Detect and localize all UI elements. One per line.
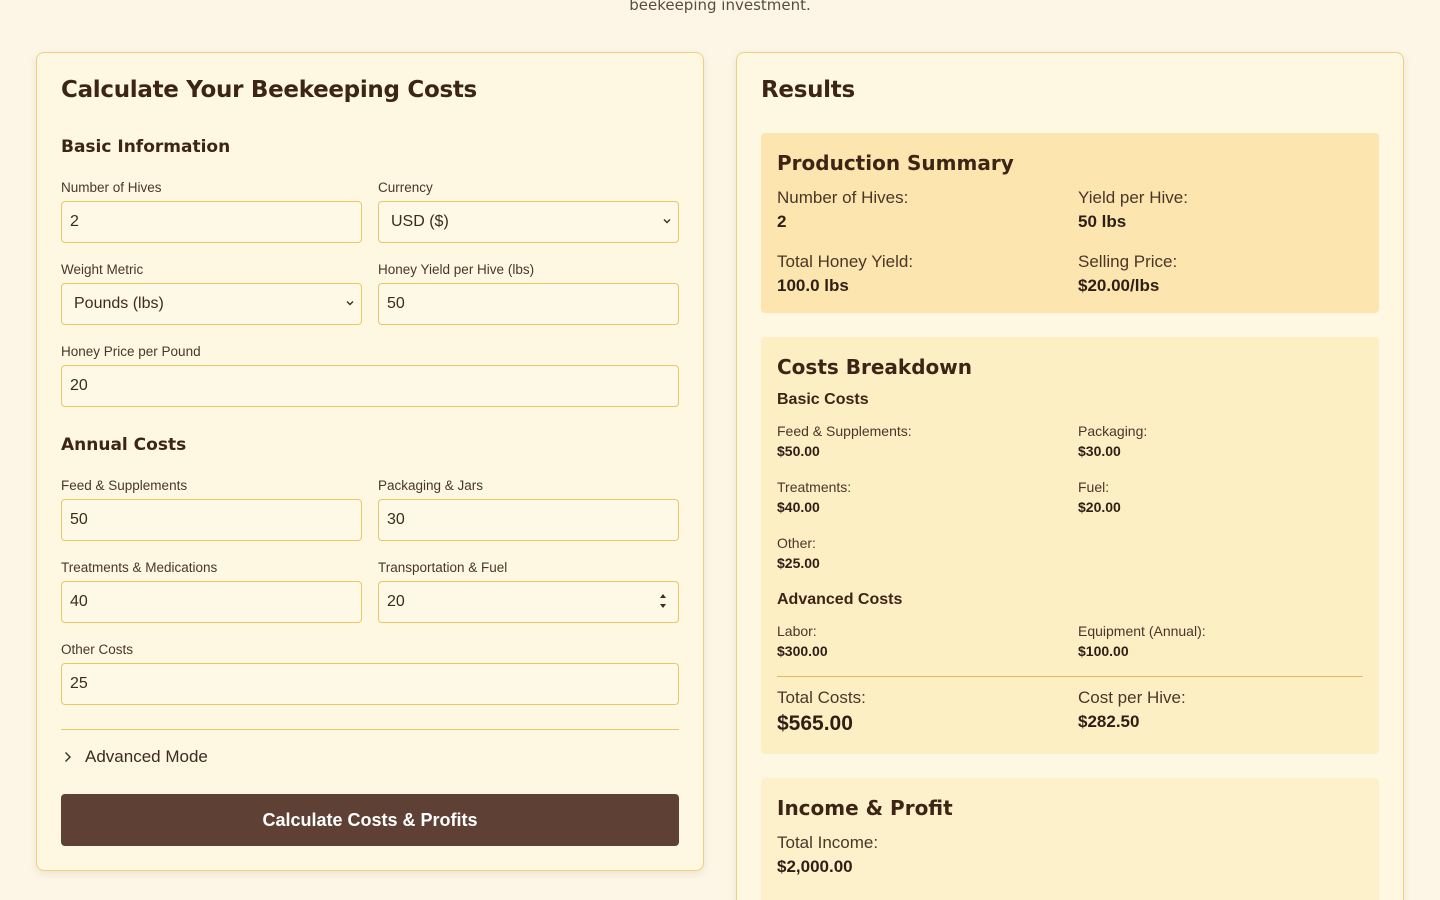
cost-fuel-value: $20.00 — [1078, 499, 1121, 515]
number-spinner-icon[interactable] — [658, 590, 668, 612]
income-profit-card: Income & Profit Total Income: $2,000.00 — [761, 778, 1379, 900]
other-costs-label: Other Costs — [61, 642, 134, 657]
chevron-right-icon — [65, 752, 71, 762]
costs-breakdown-title: Costs Breakdown — [777, 355, 972, 379]
results-panel: Results Production Summary Number of Hiv… — [736, 52, 1404, 900]
treatments-label: Treatments & Medications — [61, 560, 218, 575]
cost-packaging-value: $30.00 — [1078, 443, 1121, 459]
currency-label: Currency — [378, 180, 433, 195]
advanced-mode-label: Advanced Mode — [85, 747, 208, 766]
honey-price-input[interactable]: 20 — [61, 365, 679, 407]
summary-yield-label: Yield per Hive: — [1078, 188, 1188, 207]
honey-yield-label: Honey Yield per Hive (lbs) — [378, 262, 535, 277]
calculator-panel: Calculate Your Beekeeping Costs Basic In… — [36, 52, 704, 871]
total-costs-label: Total Costs: — [777, 688, 866, 707]
calculator-title: Calculate Your Beekeeping Costs — [61, 77, 477, 103]
costs-breakdown-card: Costs Breakdown Basic Costs Feed & Suppl… — [761, 337, 1379, 754]
total-income-value: $2,000.00 — [777, 857, 853, 876]
weight-metric-label: Weight Metric — [61, 262, 144, 277]
chevron-down-icon — [663, 219, 671, 224]
other-costs-input[interactable]: 25 — [61, 663, 679, 705]
currency-select[interactable]: USD ($) — [378, 201, 679, 243]
advanced-mode-toggle[interactable]: Advanced Mode — [61, 747, 208, 767]
feed-label: Feed & Supplements — [61, 478, 188, 493]
total-income-label: Total Income: — [777, 833, 879, 852]
basic-info-heading: Basic Information — [61, 137, 231, 157]
costs-divider — [777, 676, 1363, 677]
cost-treatments-value: $40.00 — [777, 499, 820, 515]
transport-value: 20 — [387, 593, 405, 610]
cost-equipment-label: Equipment (Annual): — [1078, 623, 1206, 639]
cost-equipment-value: $100.00 — [1078, 643, 1129, 659]
income-profit-title: Income & Profit — [777, 796, 953, 820]
feed-input[interactable]: 50 — [61, 499, 362, 541]
cost-per-hive-value: $282.50 — [1078, 712, 1140, 731]
intro-text: beekeeping investment. — [629, 0, 811, 14]
cost-per-hive-label: Cost per Hive: — [1078, 688, 1186, 707]
advanced-costs-heading: Advanced Costs — [777, 591, 903, 608]
basic-costs-heading: Basic Costs — [777, 391, 869, 408]
treatments-input[interactable]: 40 — [61, 581, 362, 623]
summary-hives-value: 2 — [777, 212, 787, 231]
honey-yield-input[interactable]: 50 — [378, 283, 679, 325]
summary-total-label: Total Honey Yield: — [777, 252, 914, 271]
summary-yield-value: 50 lbs — [1078, 212, 1127, 231]
weight-metric-value: Pounds (lbs) — [74, 295, 164, 312]
cost-labor-value: $300.00 — [777, 643, 828, 659]
cost-treatments-label: Treatments: — [777, 479, 852, 495]
calculate-button[interactable]: Calculate Costs & Profits — [61, 794, 679, 846]
cost-feed-value: $50.00 — [777, 443, 820, 459]
weight-metric-select[interactable]: Pounds (lbs) — [61, 283, 362, 325]
hives-input[interactable]: 2 — [61, 201, 362, 243]
summary-price-label: Selling Price: — [1078, 252, 1178, 271]
transport-label: Transportation & Fuel — [378, 560, 508, 575]
chevron-down-icon — [346, 301, 354, 306]
annual-costs-heading: Annual Costs — [61, 435, 187, 455]
summary-hives-label: Number of Hives: — [777, 188, 909, 207]
cost-labor-label: Labor: — [777, 623, 817, 639]
cost-packaging-label: Packaging: — [1078, 423, 1148, 439]
packaging-input[interactable]: 30 — [378, 499, 679, 541]
production-summary-title: Production Summary — [777, 151, 1014, 175]
hives-label: Number of Hives — [61, 180, 162, 195]
summary-total-value: 100.0 lbs — [777, 276, 849, 295]
summary-price-value: $20.00/lbs — [1078, 276, 1160, 295]
cost-other-value: $25.00 — [777, 555, 820, 571]
form-divider — [61, 729, 679, 730]
cost-fuel-label: Fuel: — [1078, 479, 1110, 495]
production-summary-card: Production Summary Number of Hives: 2 Yi… — [761, 133, 1379, 313]
packaging-label: Packaging & Jars — [378, 478, 484, 493]
cost-feed-label: Feed & Supplements: — [777, 423, 912, 439]
currency-select-value: USD ($) — [391, 213, 449, 230]
honey-price-label: Honey Price per Pound — [61, 344, 201, 359]
total-costs-value: $565.00 — [777, 712, 853, 735]
cost-other-label: Other: — [777, 535, 816, 551]
transport-input[interactable]: 20 — [378, 581, 679, 623]
results-title: Results — [761, 77, 855, 103]
